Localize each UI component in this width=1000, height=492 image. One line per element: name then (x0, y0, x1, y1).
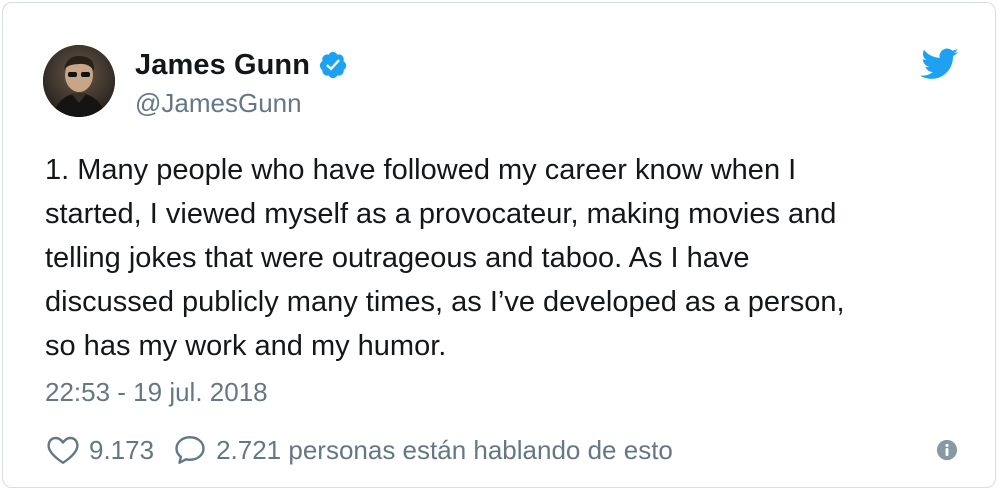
like-button[interactable]: 9.173 (45, 432, 154, 468)
twitter-bird-icon[interactable] (921, 47, 959, 81)
speech-bubble-icon (175, 436, 205, 464)
verified-badge-icon (319, 51, 347, 79)
avatar[interactable] (43, 45, 115, 117)
info-icon[interactable] (936, 439, 958, 461)
tweet-card: James Gunn @JamesGunn 1. Many people who… (2, 2, 996, 488)
conversation-button[interactable]: 2.721 personas están hablando de esto (172, 432, 673, 468)
tweet-text: 1. Many people who have followed my care… (45, 154, 845, 362)
profile-photo-icon (43, 45, 115, 117)
author-name-row[interactable]: James Gunn (135, 47, 348, 83)
tweet-actions: 9.173 2.721 personas están hablando de e… (45, 430, 673, 470)
heart-icon (47, 436, 79, 464)
like-count: 9.173 (89, 434, 155, 465)
author-handle[interactable]: @JamesGunn (135, 88, 302, 119)
author-display-name[interactable]: James Gunn (135, 49, 310, 82)
conversation-count: 2.721 personas están hablando de esto (216, 434, 673, 465)
tweet-timestamp[interactable]: 22:53 - 19 jul. 2018 (45, 377, 268, 408)
